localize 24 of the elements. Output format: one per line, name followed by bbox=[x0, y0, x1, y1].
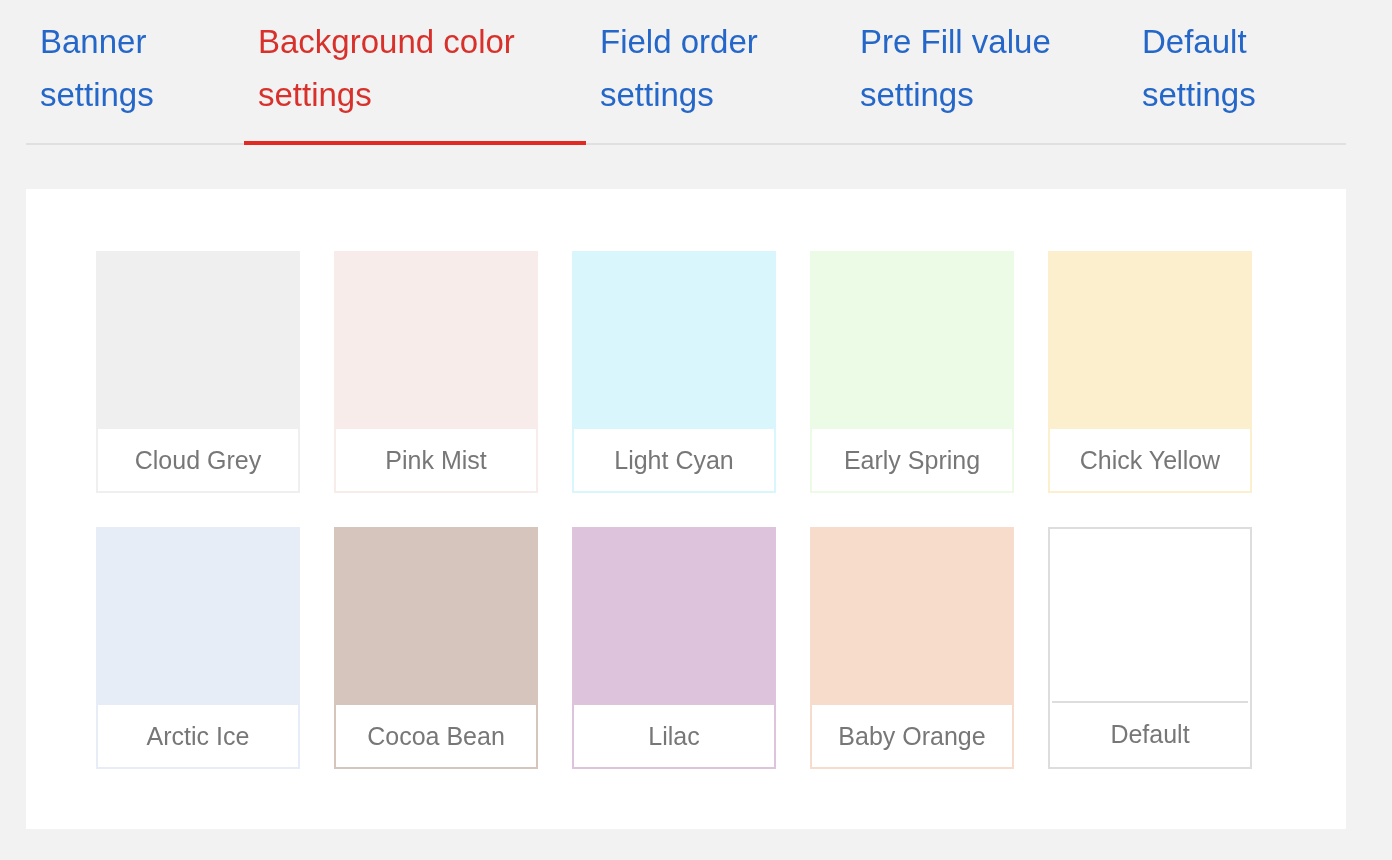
swatch-label: Cloud Grey bbox=[98, 429, 298, 491]
color-swatch[interactable]: Pink Mist bbox=[334, 251, 538, 493]
swatch-label: Lilac bbox=[574, 705, 774, 767]
settings-tab[interactable]: Banner settings bbox=[26, 15, 244, 145]
color-swatch[interactable]: Arctic Ice bbox=[96, 527, 300, 769]
swatch-label: Cocoa Bean bbox=[336, 705, 536, 767]
color-swatch[interactable]: Early Spring bbox=[810, 251, 1014, 493]
color-swatch[interactable]: Chick Yellow bbox=[1048, 251, 1252, 493]
color-swatch[interactable]: Default bbox=[1048, 527, 1252, 769]
color-swatch[interactable]: Cloud Grey bbox=[96, 251, 300, 493]
color-swatch[interactable]: Baby Orange bbox=[810, 527, 1014, 769]
swatch-label: Pink Mist bbox=[336, 429, 536, 491]
color-swatch[interactable]: Lilac bbox=[572, 527, 776, 769]
settings-tab[interactable]: Pre Fill value settings bbox=[846, 15, 1128, 145]
color-swatch[interactable]: Cocoa Bean bbox=[334, 527, 538, 769]
swatch-label: Chick Yellow bbox=[1050, 429, 1250, 491]
color-swatch[interactable]: Light Cyan bbox=[572, 251, 776, 493]
swatch-label: Arctic Ice bbox=[98, 705, 298, 767]
settings-tab[interactable]: Default settings bbox=[1128, 15, 1346, 145]
swatch-label: Early Spring bbox=[812, 429, 1012, 491]
swatch-label: Light Cyan bbox=[574, 429, 774, 491]
swatch-label: Baby Orange bbox=[812, 705, 1012, 767]
settings-tab[interactable]: Field order settings bbox=[586, 15, 846, 145]
settings-tab[interactable]: Background color settings bbox=[244, 15, 586, 145]
